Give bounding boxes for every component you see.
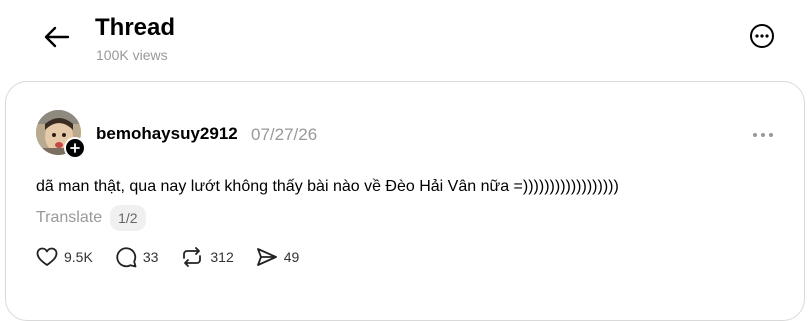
horizontal-ellipsis-icon (753, 133, 773, 137)
page-title: Thread (95, 14, 176, 41)
post-body-text: dã man thật, qua nay lướt không thấy bài… (36, 178, 619, 195)
reply-count: 33 (142, 249, 159, 265)
plus-icon (70, 143, 80, 153)
repost-icon (183, 247, 202, 267)
page-indicator: 1/2 (110, 205, 146, 231)
post-card: bemohaysuy2912 07/27/26 dã man thật, qua… (5, 81, 805, 321)
post-actions: 9.5K 33 312 49 (36, 245, 299, 269)
arrow-left-icon (44, 26, 70, 48)
follow-button[interactable] (64, 137, 86, 159)
more-options-button[interactable] (747, 21, 777, 51)
ellipsis-circle-icon (750, 24, 774, 48)
username-link[interactable]: bemohaysuy2912 (96, 124, 238, 144)
post-date: 07/27/26 (251, 125, 318, 144)
translate-row: Translate 1/2 (36, 205, 146, 231)
back-button[interactable] (40, 20, 74, 54)
share-button[interactable]: 49 (256, 247, 300, 267)
thread-header: Thread 100K views (0, 0, 811, 80)
share-count: 49 (283, 249, 300, 265)
heart-icon (36, 247, 58, 266)
post-more-options-button[interactable] (750, 130, 776, 140)
like-button[interactable]: 9.5K (36, 247, 93, 267)
translate-link[interactable]: Translate (36, 209, 102, 227)
repost-count: 312 (210, 249, 234, 265)
view-count: 100K views (96, 47, 168, 63)
comment-icon (116, 247, 137, 268)
like-count: 9.5K (64, 249, 93, 265)
send-icon (256, 248, 277, 266)
avatar-container[interactable] (36, 110, 86, 160)
repost-button[interactable]: 312 (180, 246, 234, 268)
reply-button[interactable]: 33 (115, 246, 159, 268)
